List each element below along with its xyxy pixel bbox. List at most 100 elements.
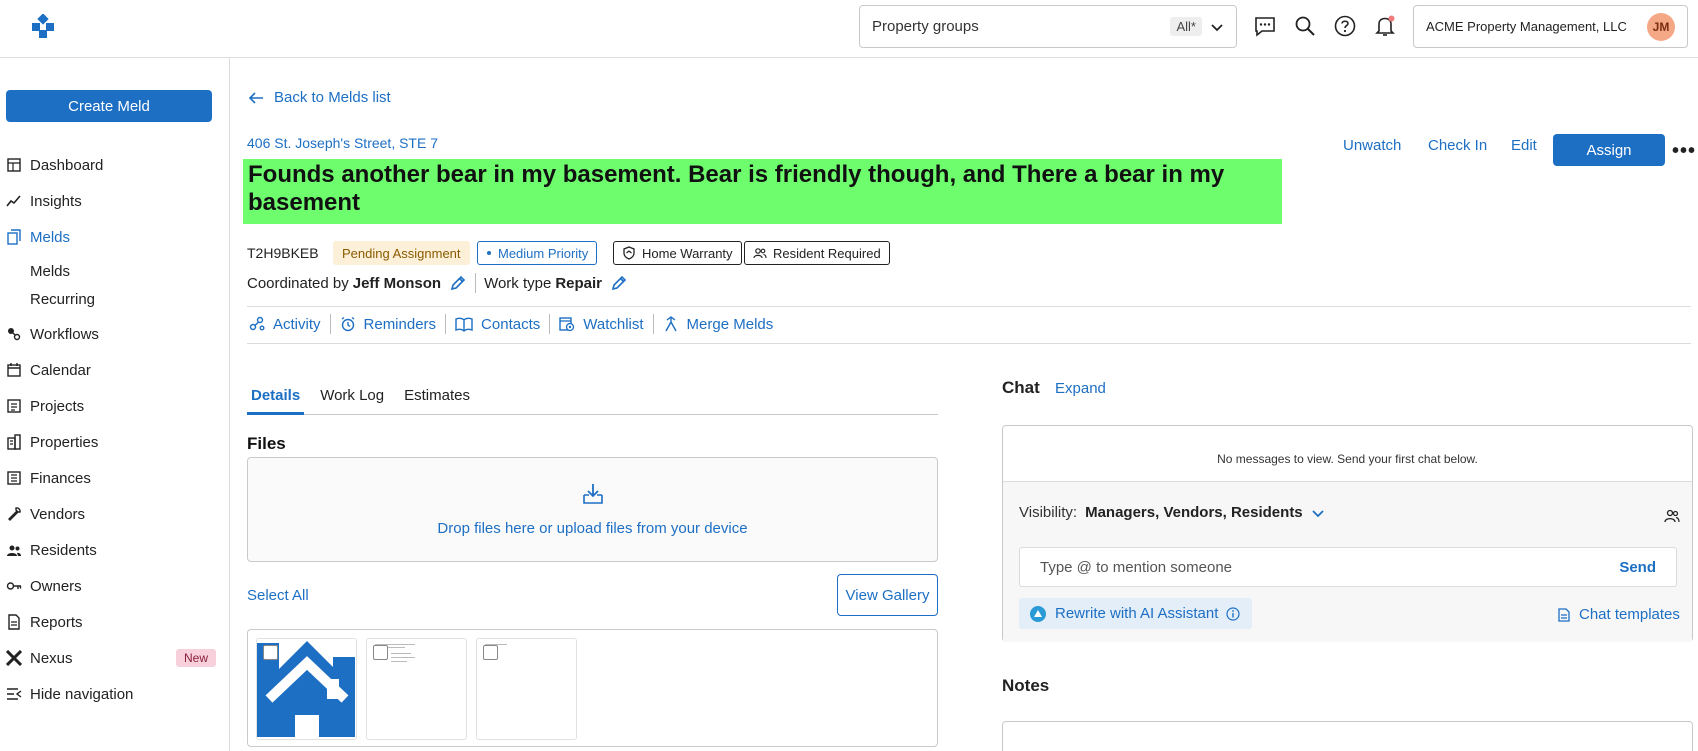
workflows-icon	[6, 326, 22, 342]
chat-expand-button[interactable]: Expand	[1055, 380, 1106, 397]
file-select-checkbox[interactable]	[483, 645, 498, 660]
edit-coordinator-pencil-icon[interactable]	[449, 274, 467, 292]
reminders-link[interactable]: Reminders	[340, 316, 436, 333]
sidebar-item-owners[interactable]: Owners	[6, 574, 216, 598]
help-icon[interactable]	[1333, 14, 1357, 38]
edit-work-type-pencil-icon[interactable]	[610, 274, 628, 292]
divider	[445, 314, 447, 334]
create-meld-button[interactable]: Create Meld	[6, 90, 212, 122]
unwatch-button[interactable]: Unwatch	[1343, 137, 1401, 154]
file-thumbnail[interactable]	[476, 638, 577, 740]
visibility-value: Managers, Vendors, Residents	[1085, 504, 1303, 521]
assign-button[interactable]: Assign	[1553, 134, 1665, 166]
sidebar-item-workflows[interactable]: Workflows	[6, 322, 216, 346]
contacts-link[interactable]: Contacts	[455, 316, 540, 333]
chat-panel: No messages to view. Send your first cha…	[1002, 425, 1693, 642]
sidebar-item-insights[interactable]: Insights	[6, 189, 216, 213]
coordination-row: Coordinated by Jeff Monson Work type Rep…	[247, 273, 628, 293]
chat-visibility-select[interactable]: Visibility: Managers, Vendors, Residents	[1019, 504, 1325, 521]
tab-details[interactable]: Details	[247, 384, 305, 415]
back-to-melds-link[interactable]: Back to Melds list	[248, 89, 391, 106]
chat-templates-button[interactable]: Chat templates	[1557, 606, 1680, 623]
priority-dot-icon	[486, 250, 492, 256]
sidebar-item-nexus[interactable]: Nexus New	[6, 646, 216, 670]
file-thumbnail[interactable]	[256, 638, 357, 740]
sidebar-item-reports[interactable]: Reports	[6, 610, 216, 634]
property-groups-value: All*	[1170, 17, 1202, 36]
contacts-label: Contacts	[481, 315, 541, 333]
meld-action-links: Activity Reminders Contacts Watchlist Me…	[249, 314, 773, 334]
tab-work-log[interactable]: Work Log	[316, 384, 388, 415]
sidebar-item-dashboard[interactable]: Dashboard	[6, 153, 216, 177]
chat-message-input[interactable]	[1040, 558, 1620, 576]
new-badge: New	[175, 649, 216, 667]
info-icon[interactable]	[1226, 606, 1248, 621]
divider	[329, 314, 331, 334]
property-address-link[interactable]: 406 St. Joseph's Street, STE 7	[247, 135, 438, 151]
property-groups-select[interactable]: Property groups All*	[859, 5, 1237, 48]
sidebar-item-properties[interactable]: Properties	[6, 430, 216, 454]
chat-empty-message: No messages to view. Send your first cha…	[1217, 452, 1478, 466]
people-icon	[6, 542, 22, 558]
chat-templates-label: Chat templates	[1579, 606, 1680, 623]
watchlist-label: Watchlist	[583, 315, 644, 333]
participants-icon[interactable]	[1664, 508, 1680, 524]
sidebar-item-label: Projects	[30, 397, 85, 415]
view-gallery-button[interactable]: View Gallery	[837, 574, 938, 616]
sidebar-item-calendar[interactable]: Calendar	[6, 358, 216, 382]
sidebar-item-label: Owners	[30, 577, 82, 595]
send-button[interactable]: Send	[1619, 559, 1656, 576]
sidebar-item-residents[interactable]: Residents	[6, 538, 216, 562]
merge-melds-label: Merge Melds	[686, 315, 774, 333]
sidebar-item-projects[interactable]: Projects	[6, 394, 216, 418]
divider	[247, 306, 1691, 307]
more-options-button[interactable]: •••	[1672, 140, 1696, 163]
priority-badge: Medium Priority	[477, 241, 598, 265]
building-icon	[6, 434, 22, 450]
nexus-x-icon	[6, 650, 22, 666]
sidebar-item-label: Melds	[30, 228, 71, 246]
home-warranty-badge: Home Warranty	[613, 241, 742, 265]
watchlist-link[interactable]: Watchlist	[559, 315, 644, 333]
notification-bell-icon[interactable]	[1373, 14, 1397, 38]
wrench-icon	[6, 506, 22, 522]
merge-icon	[663, 316, 687, 332]
sidebar-item-melds[interactable]: Melds	[6, 225, 216, 249]
organization-switcher[interactable]: ACME Property Management, LLC JM	[1413, 5, 1688, 48]
chat-bubble-icon[interactable]	[1253, 14, 1277, 38]
document-preview-line	[391, 661, 407, 662]
document-preview-line	[391, 657, 415, 658]
organization-name: ACME Property Management, LLC	[1426, 19, 1627, 34]
document-preview-line	[391, 653, 411, 654]
back-link-label: Back to Melds list	[274, 89, 391, 106]
collapse-menu-icon	[6, 686, 22, 702]
sidebar-item-vendors[interactable]: Vendors	[6, 502, 216, 526]
chevron-down-icon	[1311, 506, 1325, 520]
activity-link[interactable]: Activity	[249, 316, 321, 333]
sidebar-item-label: Workflows	[30, 325, 99, 343]
sidebar-subitem-recurring[interactable]: Recurring	[30, 291, 95, 308]
sidebar-subitem-melds[interactable]: Melds	[30, 263, 70, 280]
rewrite-ai-assistant-button[interactable]: Rewrite with AI Assistant	[1019, 598, 1252, 629]
home-warranty-label: Home Warranty	[642, 245, 733, 261]
divider	[652, 314, 654, 334]
select-all-button[interactable]: Select All	[247, 587, 309, 604]
hide-navigation-button[interactable]: Hide navigation	[6, 682, 216, 706]
file-thumbnail[interactable]	[366, 638, 467, 740]
file-select-checkbox[interactable]	[263, 645, 278, 660]
search-icon[interactable]	[1293, 14, 1317, 38]
app-logo-icon[interactable]	[30, 14, 56, 40]
file-dropzone[interactable]: Drop files here or upload files from you…	[247, 457, 938, 562]
work-type-value: Repair	[555, 274, 603, 292]
chevron-down-icon	[1210, 20, 1224, 34]
report-icon	[6, 614, 22, 630]
notes-panel[interactable]	[1002, 721, 1693, 751]
file-select-checkbox[interactable]	[373, 645, 388, 660]
check-in-button[interactable]: Check In	[1428, 137, 1487, 154]
tab-estimates[interactable]: Estimates	[400, 384, 474, 415]
status-badge: Pending Assignment	[333, 241, 470, 265]
edit-button[interactable]: Edit	[1511, 137, 1537, 154]
merge-melds-link[interactable]: Merge Melds	[663, 315, 774, 333]
sidebar-item-finances[interactable]: Finances	[6, 466, 216, 490]
sidebar: Create Meld Dashboard Insights Melds Mel…	[0, 58, 230, 751]
